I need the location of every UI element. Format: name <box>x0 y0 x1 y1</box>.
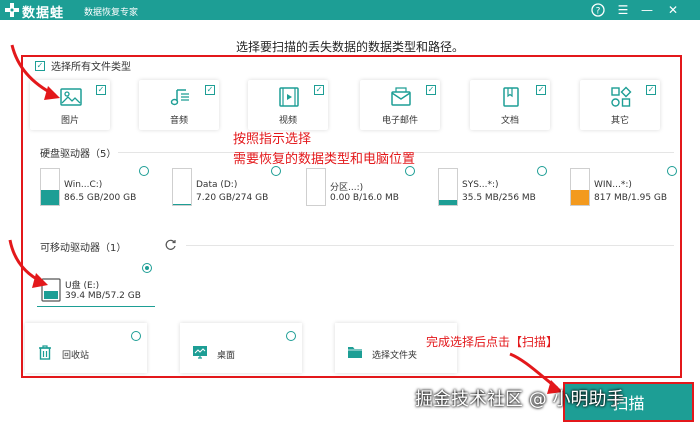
disk-radio[interactable] <box>667 166 677 176</box>
location-recycle-bin[interactable]: 回收站 <box>25 323 147 373</box>
disk-icon <box>570 168 590 206</box>
menu-button[interactable]: ☰ <box>614 1 632 19</box>
disk-radio[interactable] <box>537 166 547 176</box>
disk-item[interactable]: Data (D:) 7.20 GB/274 GB <box>168 163 288 209</box>
menu-icon: ☰ <box>617 3 629 17</box>
category-card-video[interactable]: ✓ 视频 <box>248 80 328 130</box>
email-icon <box>391 87 411 106</box>
recycle-bin-icon <box>39 345 51 360</box>
disk-radio[interactable] <box>139 166 149 176</box>
location-label: 回收站 <box>62 351 90 361</box>
annotation-text-3: 完成选择后点击【扫描】 <box>426 335 559 349</box>
disk-usage-fill <box>439 199 457 205</box>
disk-item[interactable]: WIN...*:) 817 MB/1.95 GB <box>566 163 686 209</box>
category-card-audio[interactable]: ✓ 音频 <box>139 80 219 130</box>
checkbox-checked-icon: ✓ <box>96 85 106 95</box>
annotation-arrow-icon <box>10 44 60 100</box>
disk-icon <box>40 168 60 206</box>
usb-drive-underline <box>37 306 155 307</box>
category-label: 其它 <box>610 116 629 126</box>
app-logo-icon <box>5 3 19 17</box>
refresh-icon[interactable] <box>164 238 177 251</box>
disk-radio[interactable] <box>271 166 281 176</box>
divider <box>186 245 674 246</box>
disk-item[interactable]: Win...C:) 86.5 GB/200 GB <box>36 163 156 209</box>
category-label: 电子邮件 <box>381 116 418 126</box>
disk-size: 86.5 GB/200 GB <box>64 193 137 203</box>
annotation-arrow-icon <box>8 239 48 288</box>
disk-icon <box>306 168 326 206</box>
disk-icon <box>438 168 458 206</box>
checkbox-checked-icon: ✓ <box>646 85 656 95</box>
disk-size: 7.20 GB/274 GB <box>196 193 269 203</box>
location-label: 桌面 <box>217 351 236 361</box>
disk-size: 0.00 B/16.0 MB <box>330 193 399 203</box>
svg-text:?: ? <box>596 7 601 17</box>
category-card-document[interactable]: ✓ 文档 <box>470 80 550 130</box>
disk-size: 35.5 MB/256 MB <box>462 193 536 203</box>
checkbox-checked-icon: ✓ <box>536 85 546 95</box>
annotation-text-2: 需要恢复的数据类型和电脑位置 <box>233 152 416 167</box>
watermark-text: 掘金技术社区 @ 小明助手 <box>415 389 625 410</box>
category-card-other[interactable]: ✓ 其它 <box>580 80 660 130</box>
video-icon <box>279 87 299 107</box>
minimize-icon: — <box>641 3 653 17</box>
location-radio[interactable] <box>131 331 141 341</box>
disk-item[interactable]: 分区...:) 0.00 B/16.0 MB <box>302 163 422 209</box>
disk-icon <box>172 168 192 206</box>
disk-item[interactable]: SYS...*:) 35.5 MB/256 MB <box>434 163 554 209</box>
usb-drive-name: U盘 (E:) <box>65 281 100 291</box>
usb-drive-radio[interactable] <box>142 263 152 273</box>
disk-size: 817 MB/1.95 GB <box>594 193 668 203</box>
app-subtitle: 数据恢复专家 <box>84 8 139 18</box>
disk-usage-fill <box>41 189 59 205</box>
category-label: 视频 <box>278 116 297 126</box>
location-desktop[interactable]: 桌面 <box>180 323 302 373</box>
title-bar: 数据蛙 数据恢复专家 ? ☰ — ✕ <box>0 0 700 21</box>
disk-name: Win...C:) <box>64 180 103 190</box>
disk-name: Data (D:) <box>196 180 238 190</box>
disk-radio[interactable] <box>405 166 415 176</box>
folder-icon <box>348 347 362 358</box>
page-headline: 选择要扫描的丢失数据的数据类型和路径。 <box>235 40 464 54</box>
category-card-email[interactable]: ✓ 电子邮件 <box>360 80 440 130</box>
disk-usage-fill <box>571 189 589 205</box>
checkbox-checked-icon: ✓ <box>205 85 215 95</box>
usb-drive-size: 39.4 MB/57.2 GB <box>65 291 141 301</box>
minimize-button[interactable]: — <box>638 1 656 19</box>
location-radio[interactable] <box>286 331 296 341</box>
disk-name: 分区...:) <box>330 183 364 193</box>
close-button[interactable]: ✕ <box>664 1 682 19</box>
annotation-text-1: 按照指示选择 <box>233 132 312 147</box>
checkbox-checked-icon: ✓ <box>426 85 436 95</box>
desktop-icon <box>193 346 207 359</box>
disk-name: WIN...*:) <box>594 180 632 190</box>
app-name: 数据蛙 <box>22 6 65 21</box>
disk-usage-fill <box>173 203 191 205</box>
checkbox-checked-icon: ✓ <box>314 85 324 95</box>
close-icon: ✕ <box>667 3 679 17</box>
location-label: 选择文件夹 <box>372 351 418 361</box>
other-icon <box>611 86 632 107</box>
help-icon: ? <box>591 3 605 17</box>
hard-drives-label: 硬盘驱动器（5） <box>40 149 117 160</box>
document-icon <box>503 87 519 107</box>
category-label: 图片 <box>60 116 79 126</box>
disk-name: SYS...*:) <box>462 180 499 190</box>
category-label: 音频 <box>169 116 188 126</box>
category-label: 文档 <box>500 116 519 126</box>
music-icon <box>170 89 189 106</box>
help-button[interactable]: ? <box>589 1 607 19</box>
